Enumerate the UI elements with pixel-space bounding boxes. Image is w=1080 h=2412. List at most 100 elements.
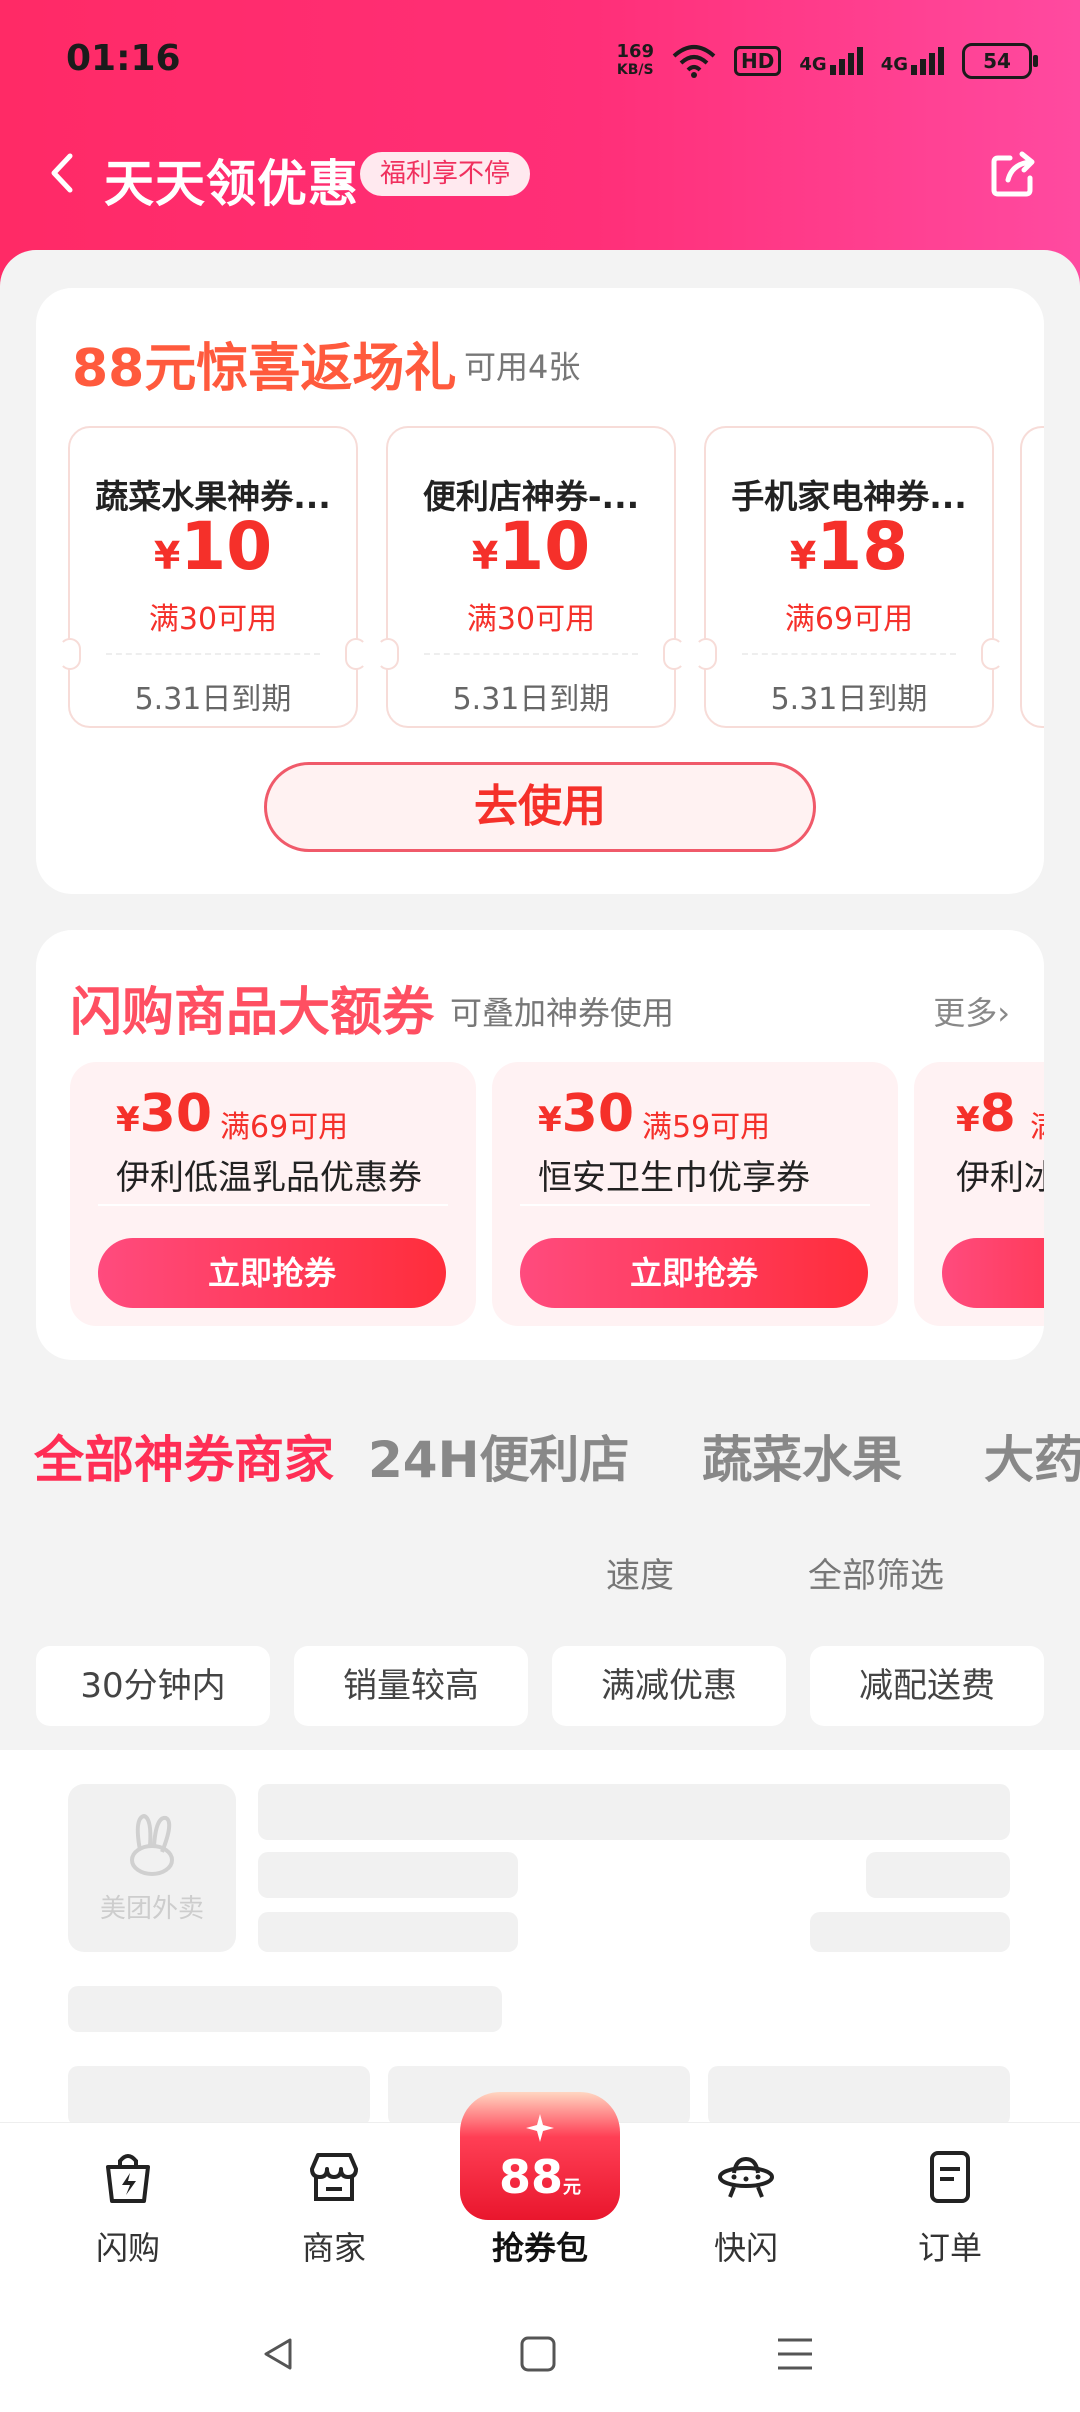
coupon-notch-right bbox=[981, 638, 1003, 670]
surprise-coupon-card: 88元惊喜返场礼 可用4张 蔬菜水果神券... ¥10 满30可用 5.31日到… bbox=[36, 288, 1044, 894]
coupon-amount: ¥10 bbox=[471, 508, 591, 585]
coupon-expiry: 5.31日到期 bbox=[452, 682, 610, 717]
page-title: 天天领优惠 bbox=[104, 155, 359, 213]
flash-coupon: ¥30 满69可用 伊利低温乳品优惠券 立即抢券 bbox=[70, 1062, 476, 1326]
more-link[interactable]: 更多› bbox=[933, 988, 1010, 1034]
filter-chip[interactable]: 销量较高 bbox=[294, 1646, 528, 1726]
coupon-expiry: 5.31日到期 bbox=[134, 682, 292, 717]
coupon-notch-left bbox=[59, 638, 81, 670]
flash-condition: 满 bbox=[1030, 1102, 1044, 1146]
skeleton-bar bbox=[810, 1912, 1010, 1952]
flash-coupon-card: 闪购商品大额券 可叠加神券使用 更多› ¥30 满69可用 伊利低温乳品优惠券 … bbox=[36, 930, 1044, 1360]
tab-convenience-store[interactable]: 24H便利店 bbox=[368, 1420, 629, 1492]
nav-label: 闪购 bbox=[95, 2229, 160, 2267]
speed-unit: KB/S bbox=[616, 62, 654, 78]
coupon-card-partial[interactable] bbox=[1020, 426, 1044, 728]
title-badge: 福利享不停 bbox=[360, 152, 531, 196]
coupon-pack-amount: 88元 bbox=[498, 2150, 581, 2204]
tab-vegetables-fruits[interactable]: 蔬菜水果 bbox=[702, 1420, 902, 1492]
use-coupons-button[interactable]: 去使用 bbox=[264, 762, 816, 852]
battery-icon: 54 bbox=[962, 43, 1038, 79]
status-icons: 169 KB/S HD 4G 4G 54 bbox=[616, 36, 1038, 86]
flash-coupon-name: 伊利低温乳品优惠券 bbox=[116, 1158, 422, 1198]
sort-speed[interactable]: 速度 bbox=[606, 1548, 674, 1597]
coupon-divider bbox=[106, 653, 320, 655]
surprise-title: 88元惊喜返场礼 bbox=[72, 339, 457, 399]
status-bar: 01:16 169 KB/S HD 4G 4G 54 bbox=[0, 0, 1080, 120]
nav-label: 订单 bbox=[917, 2229, 982, 2267]
share-icon[interactable] bbox=[986, 148, 1040, 202]
tab-all-merchants[interactable]: 全部神券商家 bbox=[34, 1420, 334, 1492]
coupon-card[interactable]: 蔬菜水果神券... ¥10 满30可用 5.31日到期 bbox=[59, 426, 367, 728]
nav-label: 商家 bbox=[301, 2229, 366, 2267]
flash-amount: ¥30 bbox=[116, 1084, 213, 1144]
skeleton-block bbox=[68, 2066, 370, 2126]
coupon-condition: 满30可用 bbox=[148, 602, 278, 637]
placeholder-logo-text: 美团外卖 bbox=[99, 1894, 204, 1924]
tab-pharmacy[interactable]: 大药 bbox=[984, 1420, 1080, 1492]
order-list-icon bbox=[930, 2151, 970, 2203]
coupon-card[interactable]: 便利店神券-... ¥10 满30可用 5.31日到期 bbox=[377, 426, 685, 728]
grab-coupon-button[interactable] bbox=[942, 1238, 1044, 1308]
flash-condition: 满59可用 bbox=[642, 1110, 771, 1145]
skeleton-bar bbox=[258, 1912, 518, 1952]
filter-chip[interactable]: 满减优惠 bbox=[552, 1646, 786, 1726]
sparkle-icon bbox=[526, 2114, 554, 2142]
signal-label-1: 4G bbox=[799, 54, 827, 75]
flash-divider bbox=[520, 1204, 870, 1206]
store-icon bbox=[310, 2153, 358, 2201]
status-time: 01:16 bbox=[66, 38, 181, 79]
flash-amount: ¥30 bbox=[538, 1084, 635, 1144]
coupon-amount: ¥10 bbox=[153, 508, 273, 585]
coupon-notch-left bbox=[377, 638, 399, 670]
coupon-divider bbox=[424, 653, 638, 655]
flash-title: 闪购商品大额券 bbox=[70, 983, 435, 1043]
filter-chip[interactable]: 减配送费 bbox=[810, 1646, 1044, 1726]
hd-voice-icon: HD bbox=[734, 46, 782, 76]
flash-coupon: ¥30 满59可用 恒安卫生巾优享券 立即抢券 bbox=[492, 1062, 898, 1326]
coupon-amount: ¥18 bbox=[789, 508, 909, 585]
signal-label-2: 4G bbox=[880, 54, 908, 75]
system-navigation-bar bbox=[0, 2292, 1080, 2412]
back-triangle-icon[interactable] bbox=[258, 2334, 298, 2374]
coupon-notch-right bbox=[663, 638, 685, 670]
speed-value: 169 bbox=[616, 41, 655, 62]
skeleton-block bbox=[708, 2066, 1010, 2126]
coupon-notch-left bbox=[695, 638, 717, 670]
chevron-left-icon[interactable] bbox=[40, 148, 90, 198]
nav-flash-sale[interactable]: 闪购 bbox=[58, 2147, 198, 2269]
skeleton-bar bbox=[866, 1852, 1010, 1898]
nav-orders[interactable]: 订单 bbox=[880, 2147, 1020, 2269]
placeholder-logo: 美团外卖 bbox=[68, 1784, 236, 1952]
nav-merchants[interactable]: 商家 bbox=[264, 2147, 404, 2269]
flash-amount: ¥8 bbox=[956, 1084, 1016, 1144]
flash-condition: 满69可用 bbox=[220, 1110, 349, 1145]
flash-subtitle: 可叠加神券使用 bbox=[450, 994, 675, 1032]
home-square-icon[interactable] bbox=[518, 2334, 558, 2374]
menu-lines-icon[interactable] bbox=[774, 2334, 816, 2374]
sort-bar: 速度 全部筛选 bbox=[0, 1548, 1080, 1598]
filter-chip[interactable]: 30分钟内 bbox=[36, 1646, 270, 1726]
rabbit-logo-icon bbox=[130, 1813, 174, 1876]
skeleton-bar bbox=[258, 1852, 518, 1898]
grab-coupon-button[interactable]: 立即抢券 bbox=[520, 1238, 868, 1308]
filter-all[interactable]: 全部筛选 bbox=[808, 1548, 944, 1597]
nav-label: 快闪 bbox=[713, 2229, 778, 2267]
red-envelope-icon[interactable]: 88元 bbox=[454, 2080, 626, 2230]
filter-chips: 30分钟内 销量较高 满减优惠 减配送费 bbox=[36, 1646, 1044, 1726]
signal-icon-2: 4G bbox=[881, 47, 944, 75]
category-tabs: 全部神券商家 24H便利店 蔬菜水果 大药 bbox=[0, 1420, 1080, 1510]
coupon-condition: 满30可用 bbox=[466, 602, 596, 637]
skeleton-bar bbox=[258, 1784, 1010, 1840]
flash-divider bbox=[98, 1204, 448, 1206]
coupon-expiry: 5.31日到期 bbox=[770, 682, 928, 717]
shopping-bag-lightning-icon bbox=[106, 2154, 150, 2203]
coupon-card[interactable]: 手机家电神券... ¥18 满69可用 5.31日到期 bbox=[695, 426, 1003, 728]
grab-coupon-button[interactable]: 立即抢券 bbox=[98, 1238, 446, 1308]
coupon-divider bbox=[742, 653, 956, 655]
flash-coupon-name: 恒安卫生巾优享券 bbox=[538, 1158, 810, 1198]
top-app-bar: 天天领优惠 福利享不停 bbox=[0, 130, 1080, 220]
flash-coupon-partial: ¥8 满 伊利冰 bbox=[914, 1062, 1044, 1326]
nav-quick-flash[interactable]: 快闪 bbox=[676, 2147, 816, 2269]
network-speed: 169 KB/S bbox=[616, 43, 654, 79]
